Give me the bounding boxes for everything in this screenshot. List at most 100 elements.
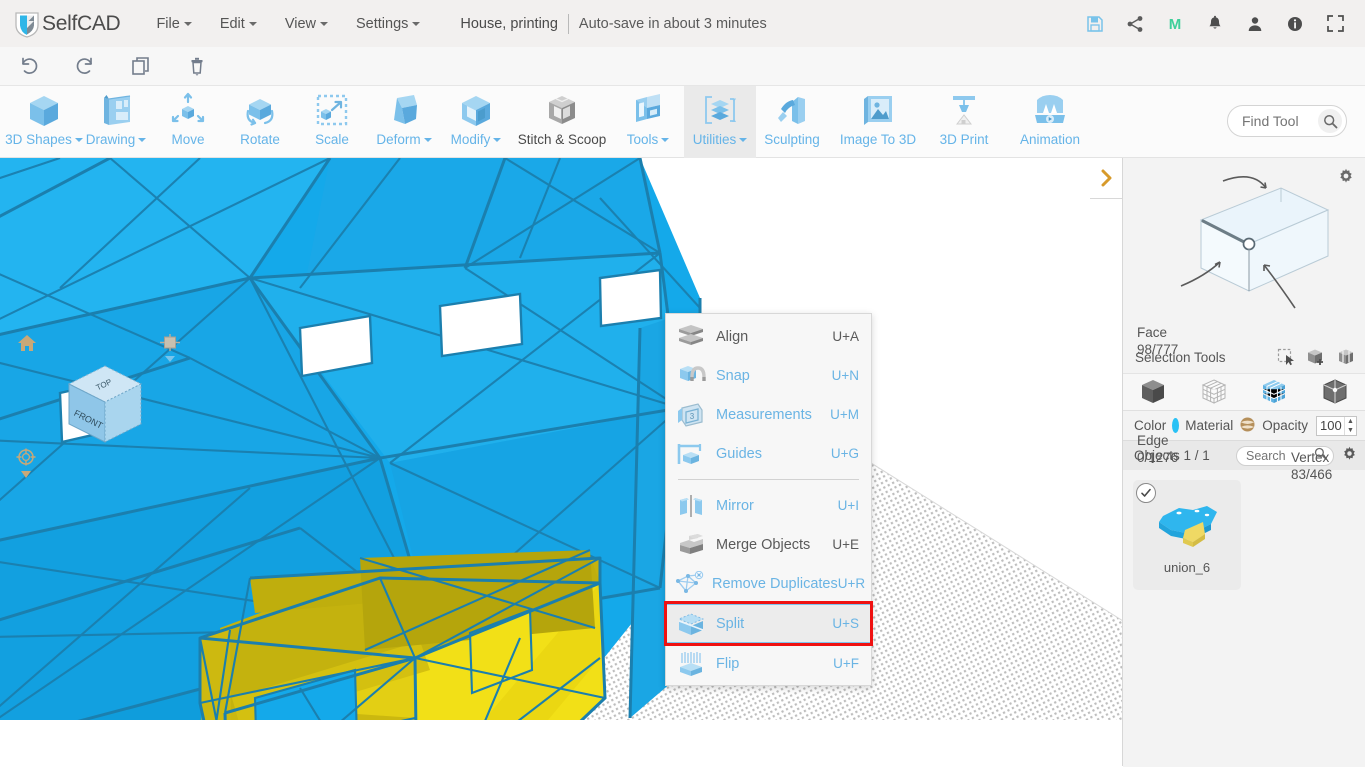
color-swatch[interactable] [1172, 418, 1180, 433]
tool-drawing[interactable]: Drawing [80, 86, 152, 158]
menu-item-mirror[interactable]: Mirror U+I [666, 486, 871, 525]
object-selected-checkmark-icon[interactable] [1136, 483, 1156, 503]
vertex-mode-icon[interactable] [1321, 378, 1349, 406]
list-item[interactable]: union_6 [1133, 480, 1241, 590]
tool-3d-print[interactable]: 3D Print [928, 86, 1000, 158]
object-mode-icon[interactable] [1139, 378, 1167, 406]
menu-item-measurements[interactable]: 3 Measurements U+M [666, 395, 871, 434]
selection-mode-row [1123, 373, 1365, 411]
mirror-icon [674, 491, 708, 521]
tool-sculpting[interactable]: Sculpting [756, 86, 828, 158]
tool-move-label: Move [171, 132, 205, 147]
menu-item-align[interactable]: Align U+A [666, 317, 871, 356]
tool-sculpting-label: Sculpting [764, 132, 820, 147]
home-view-icon[interactable] [17, 333, 37, 353]
menu-file-label: File [156, 15, 180, 32]
box-add-select-icon[interactable] [1307, 348, 1325, 366]
menu-item-remove-duplicates-label: Remove Duplicates [712, 575, 838, 592]
notifications-bell-icon[interactable] [1205, 14, 1225, 34]
opacity-label: Opacity [1262, 418, 1308, 433]
opacity-spinner[interactable]: ▲ ▼ [1344, 416, 1356, 435]
opacity-input[interactable] [1317, 418, 1344, 433]
stitch-scoop-icon [542, 91, 582, 131]
opacity-stepper[interactable]: ▲ ▼ [1316, 415, 1357, 436]
search-icon[interactable] [1318, 109, 1342, 133]
material-sphere-icon[interactable] [1239, 416, 1256, 436]
user-account-icon[interactable] [1245, 14, 1265, 34]
edge-label: Edge [1137, 433, 1169, 448]
vertex-count: Vertex 83/466 [1291, 449, 1332, 483]
tool-animation[interactable]: Animation [1000, 86, 1100, 158]
orbit-target-icon[interactable] [16, 448, 36, 480]
menu-item-remove-duplicates[interactable]: Remove Duplicates U+R [666, 564, 871, 603]
chevron-down-icon [423, 138, 432, 143]
info-icon[interactable] [1285, 14, 1305, 34]
rect-select-icon[interactable] [1277, 348, 1295, 366]
copy-button[interactable] [126, 53, 156, 79]
3d-print-icon [944, 91, 984, 131]
delete-button[interactable] [182, 53, 212, 79]
menu-item-merge-objects[interactable]: Merge Objects U+E [666, 525, 871, 564]
3d-viewport[interactable]: RIGHT TOP FRONT [0, 158, 1122, 766]
monetize-icon[interactable]: M [1165, 14, 1185, 34]
menu-item-flip[interactable]: Flip U+F [666, 644, 871, 683]
panel-collapse-toggle[interactable] [1090, 158, 1122, 198]
chevron-down-icon [493, 138, 502, 143]
objects-settings-gear-icon[interactable] [1342, 446, 1357, 466]
tool-utilities[interactable]: Utilities [684, 86, 756, 158]
wireframe-mode-icon[interactable] [1200, 378, 1228, 406]
menu-edit[interactable]: Edit [206, 10, 271, 38]
undo-button[interactable] [14, 53, 44, 79]
menu-item-snap[interactable]: Snap U+N [666, 356, 871, 395]
find-tool-input[interactable] [1242, 113, 1318, 129]
menu-view[interactable]: View [271, 10, 342, 38]
material-label: Material [1185, 418, 1234, 433]
tool-rotate[interactable]: Rotate [224, 86, 296, 158]
project-title[interactable]: House, printing [460, 16, 558, 32]
opacity-increment[interactable]: ▲ [1345, 417, 1356, 426]
autosave-status: Auto-save in about 3 minutes [578, 15, 767, 32]
tool-deform-label: Deform [376, 132, 421, 147]
through-select-icon[interactable] [1337, 348, 1355, 366]
utilities-dropdown-menu[interactable]: Align U+A Snap U+N 3 Measurements U+M Gu… [664, 313, 873, 686]
tool-3d-shapes[interactable]: 3D Shapes [5, 86, 83, 158]
face-mode-icon[interactable] [1260, 378, 1288, 406]
menu-item-guides[interactable]: Guides U+G [666, 434, 871, 473]
fullscreen-icon[interactable] [1325, 14, 1345, 34]
menu-settings[interactable]: Settings [342, 10, 434, 38]
tool-deform[interactable]: Deform [368, 86, 440, 158]
opacity-decrement[interactable]: ▼ [1345, 426, 1356, 435]
tool-3d-shapes-label: 3D Shapes [5, 132, 72, 147]
share-icon[interactable] [1125, 14, 1145, 34]
tool-scale-label: Scale [315, 132, 349, 147]
tool-tools[interactable]: Tools [612, 86, 684, 158]
viewport-bottom-strip [0, 720, 1122, 767]
view-navigation-cube[interactable]: TOP FRONT [63, 360, 148, 450]
tool-move[interactable]: Move [152, 86, 224, 158]
menu-file[interactable]: File [142, 10, 205, 38]
save-icon[interactable] [1085, 14, 1105, 34]
tool-image-to-3d[interactable]: Image To 3D [828, 86, 928, 158]
tool-modify[interactable]: Modify [440, 86, 512, 158]
menu-item-measurements-shortcut: U+M [830, 407, 859, 422]
menu-item-merge-objects-label: Merge Objects [716, 536, 811, 553]
camera-mode-icon[interactable] [160, 334, 180, 364]
tool-drawing-label: Drawing [85, 132, 136, 147]
find-tool-search[interactable] [1227, 105, 1347, 137]
app-logo[interactable]: SelfCAD [14, 10, 121, 38]
viewport-canvas[interactable]: RIGHT [0, 158, 1122, 766]
menu-item-snap-shortcut: U+N [831, 368, 859, 383]
header-icon-group: M [1085, 14, 1351, 34]
menu-item-split-label: Split [716, 615, 745, 632]
edge-value: 0/1276 [1137, 450, 1179, 465]
redo-button[interactable] [70, 53, 100, 79]
tool-stitch-and-scoop[interactable]: Stitch & Scoop [512, 86, 612, 158]
tool-tools-label: Tools [626, 132, 659, 147]
align-icon [674, 322, 708, 352]
deform-icon [384, 91, 424, 131]
action-toolbar [0, 47, 1365, 86]
menu-item-split[interactable]: Split U+S [664, 601, 873, 646]
snap-icon [674, 361, 708, 391]
tool-scale[interactable]: Scale [296, 86, 368, 158]
menu-item-flip-shortcut: U+F [833, 656, 859, 671]
